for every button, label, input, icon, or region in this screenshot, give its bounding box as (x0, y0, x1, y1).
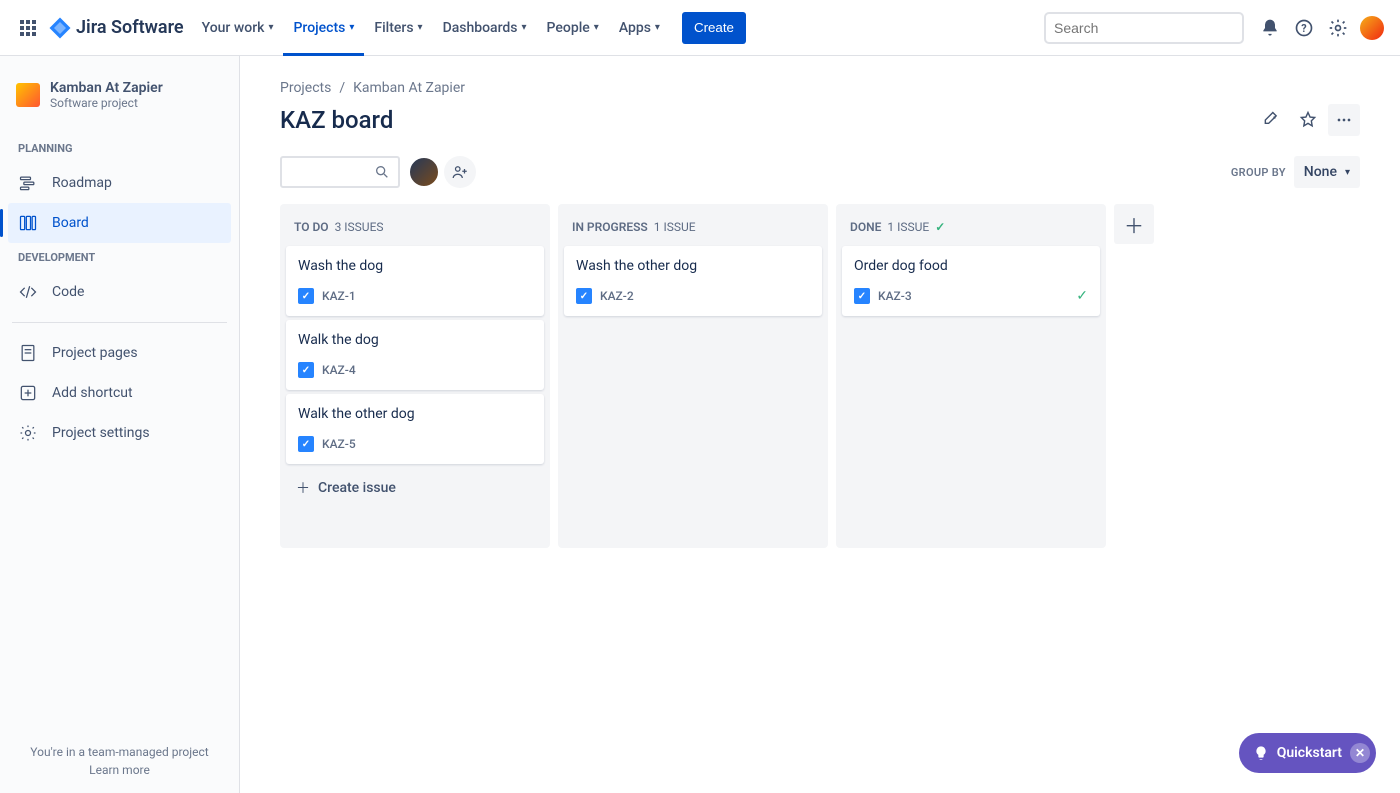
close-icon[interactable]: ✕ (1350, 743, 1370, 763)
sidebar-item-board[interactable]: Board (8, 203, 231, 243)
breadcrumb: Projects / Kamban At Zapier (280, 80, 1360, 96)
chevron-down-icon: ▾ (594, 22, 599, 33)
group-by-select[interactable]: None ▾ (1294, 156, 1360, 188)
product-name: Jira Software (76, 17, 184, 38)
project-avatar (16, 83, 40, 107)
search-input[interactable] (1054, 20, 1235, 36)
sidebar: Kamban At Zapier Software project PLANNI… (0, 56, 240, 793)
lightbulb-icon (1253, 745, 1269, 761)
board-search[interactable] (280, 156, 400, 188)
sidebar-item-project-settings[interactable]: Project settings (8, 413, 231, 453)
board-column: TO DO 3 ISSUES Wash the dog KAZ-1 Walk t… (280, 204, 550, 548)
group-by-label: GROUP BY (1231, 166, 1286, 179)
card-key: KAZ-3 (878, 289, 912, 303)
card-key: KAZ-4 (322, 363, 356, 377)
svg-text:?: ? (1301, 22, 1306, 35)
page-title: KAZ board (280, 106, 393, 134)
card-key: KAZ-1 (322, 289, 356, 303)
settings-icon[interactable] (1322, 12, 1354, 44)
roadmap-icon (18, 173, 38, 193)
notifications-icon[interactable] (1254, 12, 1286, 44)
column-header[interactable]: DONE 1 ISSUE ✓ (840, 208, 1102, 246)
done-check-icon: ✓ (1076, 288, 1088, 304)
project-header[interactable]: Kamban At Zapier Software project (8, 80, 231, 134)
footer-text: You're in a team-managed project (16, 745, 223, 759)
star-icon[interactable] (1292, 104, 1324, 136)
assignee-avatar[interactable] (408, 156, 440, 188)
board-column: IN PROGRESS 1 ISSUE Wash the other dog K… (558, 204, 828, 548)
chevron-down-icon: ▾ (522, 22, 527, 33)
search-icon (374, 164, 390, 180)
issue-card[interactable]: Walk the other dog KAZ-5 (286, 394, 544, 464)
column-header[interactable]: TO DO 3 ISSUES (284, 208, 546, 246)
top-nav: Jira Software Your work▾ Projects▾ Filte… (0, 0, 1400, 56)
nav-apps[interactable]: Apps▾ (609, 0, 670, 56)
card-title: Wash the other dog (576, 258, 810, 274)
create-issue-button[interactable]: ＋Create issue (284, 468, 546, 508)
plus-icon: ＋ (296, 478, 310, 498)
chevron-down-icon: ▾ (418, 22, 423, 33)
task-type-icon (298, 362, 314, 378)
profile-avatar[interactable] (1356, 12, 1388, 44)
project-name: Kamban At Zapier (50, 80, 163, 96)
chevron-down-icon: ▾ (1345, 167, 1350, 178)
section-planning: PLANNING (8, 134, 231, 163)
column-header[interactable]: IN PROGRESS 1 ISSUE (562, 208, 824, 246)
card-title: Wash the dog (298, 258, 532, 274)
add-people-button[interactable] (444, 156, 476, 188)
task-type-icon (298, 436, 314, 452)
card-key: KAZ-5 (322, 437, 356, 451)
task-type-icon (298, 288, 314, 304)
board-column: DONE 1 ISSUE ✓ Order dog food KAZ-3 ✓ (836, 204, 1106, 548)
create-button[interactable]: Create (682, 12, 746, 44)
code-icon (18, 282, 38, 302)
more-icon[interactable] (1328, 104, 1360, 136)
task-type-icon (854, 288, 870, 304)
release-icon[interactable] (1256, 104, 1288, 136)
pages-icon (18, 343, 38, 363)
product-logo[interactable]: Jira Software (48, 16, 184, 40)
chevron-down-icon: ▾ (655, 22, 660, 33)
card-title: Walk the other dog (298, 406, 532, 422)
main-content: Projects / Kamban At Zapier KAZ board (240, 56, 1400, 793)
nav-your-work[interactable]: Your work▾ (192, 0, 284, 56)
app-switcher-icon[interactable] (12, 12, 44, 44)
nav-people[interactable]: People▾ (537, 0, 609, 56)
quickstart-pill[interactable]: Quickstart ✕ (1239, 733, 1376, 773)
board-icon (18, 213, 38, 233)
global-search[interactable] (1044, 12, 1244, 44)
nav-projects[interactable]: Projects▾ (283, 0, 364, 56)
sidebar-item-project-pages[interactable]: Project pages (8, 333, 231, 373)
issue-card[interactable]: Wash the other dog KAZ-2 (564, 246, 822, 316)
card-title: Order dog food (854, 258, 1088, 274)
issue-card[interactable]: Walk the dog KAZ-4 (286, 320, 544, 390)
footer-learn-more[interactable]: Learn more (16, 763, 223, 777)
project-type: Software project (50, 96, 163, 110)
kanban-board: TO DO 3 ISSUES Wash the dog KAZ-1 Walk t… (280, 204, 1360, 548)
section-development: DEVELOPMENT (8, 243, 231, 272)
help-icon[interactable]: ? (1288, 12, 1320, 44)
card-title: Walk the dog (298, 332, 532, 348)
add-column-button[interactable]: ＋ (1114, 204, 1154, 244)
nav-filters[interactable]: Filters▾ (364, 0, 432, 56)
add-shortcut-icon (18, 383, 38, 403)
sidebar-item-code[interactable]: Code (8, 272, 231, 312)
settings-icon (18, 423, 38, 443)
issue-card[interactable]: Order dog food KAZ-3 ✓ (842, 246, 1100, 316)
chevron-down-icon: ▾ (268, 22, 273, 33)
nav-dashboards[interactable]: Dashboards▾ (433, 0, 537, 56)
add-people-icon (451, 163, 469, 181)
sidebar-item-add-shortcut[interactable]: Add shortcut (8, 373, 231, 413)
issue-card[interactable]: Wash the dog KAZ-1 (286, 246, 544, 316)
done-check-icon: ✓ (935, 220, 945, 234)
sidebar-item-roadmap[interactable]: Roadmap (8, 163, 231, 203)
breadcrumb-project[interactable]: Kamban At Zapier (353, 80, 465, 96)
breadcrumb-projects[interactable]: Projects (280, 80, 331, 96)
card-key: KAZ-2 (600, 289, 634, 303)
task-type-icon (576, 288, 592, 304)
chevron-down-icon: ▾ (349, 22, 354, 33)
